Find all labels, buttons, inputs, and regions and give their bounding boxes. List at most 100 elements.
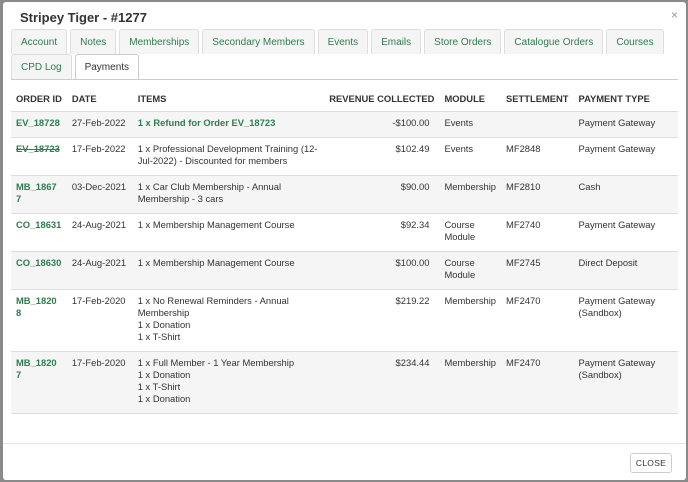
order-id-cell: MB_18208: [11, 289, 67, 352]
settlement-cell: MF2848: [501, 137, 574, 176]
module-cell: Course Module: [439, 251, 502, 290]
order-id-cell: CO_18631: [11, 213, 67, 252]
tab-catalogue-orders[interactable]: Catalogue Orders: [504, 29, 604, 54]
column-header: PAYMENT TYPE: [573, 87, 678, 112]
order-id-link[interactable]: CO_18630: [16, 257, 61, 268]
table-row: MB_18677 03-Dec-2021 1 x Car Club Membersh…: [11, 175, 678, 214]
items-cell: 1 x Full Member - 1 Year Membership 1 x D…: [132, 351, 325, 414]
table-body: EV_18728 27-Feb-2022 1 x Refund for Order …: [11, 111, 678, 414]
close-button[interactable]: CLOSE: [630, 453, 672, 473]
line-item: 1 x T-Shirt: [137, 381, 181, 392]
payment-type-cell: Payment Gateway: [573, 111, 678, 138]
items-cell: 1 x No Renewal Reminders - Annual Member…: [132, 289, 325, 352]
tab-courses[interactable]: Courses: [606, 29, 664, 54]
modal-title: Stripey Tiger - #1277: [20, 10, 147, 25]
refund-item-link[interactable]: 1 x Refund for Order EV_18723: [138, 117, 319, 129]
tab-payments[interactable]: Payments: [74, 54, 140, 80]
order-id-cell: MB_18207: [11, 351, 67, 414]
payment-type-cell: Payment Gateway (Sandbox): [573, 289, 678, 352]
order-id-cell: MB_18677: [11, 175, 67, 214]
module-cell: Membership: [439, 351, 502, 414]
payment-type-cell: Payment Gateway: [573, 213, 678, 252]
order-id-link[interactable]: MB_18677: [16, 181, 57, 204]
settlement-cell: MF2470: [501, 351, 574, 414]
tab-cpd-log[interactable]: CPD Log: [11, 54, 72, 79]
table-row: CO_18631 24-Aug-2021 1 x Membership Manage…: [11, 213, 678, 252]
revenue-cell: $234.44: [324, 351, 440, 414]
tab-memberships[interactable]: Memberships: [119, 29, 200, 54]
revenue-cell: $219.22: [324, 289, 440, 352]
payment-type-cell: Cash: [573, 175, 678, 214]
line-item: 1 x T-Shirt: [137, 331, 181, 342]
payments-table: ORDER ID DATE ITEMS REVENUE COLLECTED MODULE…: [11, 87, 678, 414]
revenue-cell: $102.49: [324, 137, 440, 176]
settlement-cell: MF2470: [501, 289, 574, 352]
tab-row-2: CPD Log Payments: [11, 54, 142, 80]
tab-divider: [11, 79, 678, 80]
footer-divider: [3, 443, 686, 444]
line-item: 1 x Membership Management Course: [137, 257, 295, 268]
items-cell: 1 x Professional Development Training (1…: [132, 137, 325, 176]
order-id-link[interactable]: MB_18207: [16, 357, 57, 380]
payment-type-cell: Payment Gateway: [573, 137, 678, 176]
column-header: DATE: [66, 87, 133, 112]
line-item: 1 x Car Club Membership - Annual Members…: [137, 181, 282, 204]
tab-emails[interactable]: Emails: [371, 29, 422, 54]
column-header: MODULE: [439, 87, 502, 112]
tab-secondary-members[interactable]: Secondary Members: [202, 29, 315, 54]
settlement-cell: MF2740: [501, 213, 574, 252]
items-cell: 1 x Refund for Order EV_18723: [132, 111, 325, 138]
table-row: EV_18728 27-Feb-2022 1 x Refund for Order …: [11, 111, 678, 138]
column-header: SETTLEMENT: [501, 87, 574, 112]
tab-notes[interactable]: Notes: [70, 29, 117, 54]
payment-type-cell: Payment Gateway (Sandbox): [573, 351, 678, 414]
items-cell: 1 x Membership Management Course: [132, 213, 325, 252]
revenue-cell: $100.00: [324, 251, 440, 290]
tab-row-1: Account Notes Memberships Secondary Members…: [11, 29, 667, 54]
column-header: ORDER ID: [11, 87, 67, 112]
line-item: 1 x Full Member - 1 Year Membership: [137, 357, 295, 368]
revenue-cell: $90.00: [324, 175, 440, 214]
line-item: 1 x Membership Management Course: [137, 219, 295, 230]
line-item: 1 x Donation: [137, 393, 191, 404]
settlement-cell: MF2745: [501, 251, 574, 290]
items-cell: 1 x Membership Management Course: [132, 251, 325, 290]
module-cell: Course Module: [439, 213, 502, 252]
order-id-cell: EV_18728: [11, 111, 67, 138]
payment-type-cell: Direct Deposit: [573, 251, 678, 290]
line-item: 1 x No Renewal Reminders - Annual Member…: [137, 295, 289, 318]
revenue-cell: -$100.00: [324, 111, 440, 138]
date-cell: 24-Aug-2021: [66, 213, 133, 252]
order-id-link[interactable]: EV_18723: [16, 143, 60, 154]
order-id-link[interactable]: CO_18631: [16, 219, 61, 230]
module-cell: Membership: [439, 175, 502, 214]
table-row: MB_18208 17-Feb-2020 1 x No Renewal Remind…: [11, 289, 678, 352]
date-cell: 27-Feb-2022: [66, 111, 133, 138]
module-cell: Events: [439, 137, 502, 176]
tab-store-orders[interactable]: Store Orders: [424, 29, 502, 54]
line-item: 1 x Donation: [137, 319, 191, 330]
order-id-cell: CO_18630: [11, 251, 67, 290]
settlement-cell: MF2810: [501, 175, 574, 214]
date-cell: 03-Dec-2021: [66, 175, 133, 214]
line-item: 1 x Professional Development Training (1…: [137, 143, 318, 166]
table-row: EV_18723 17-Feb-2022 1 x Professional Deve…: [11, 137, 678, 176]
module-cell: Membership: [439, 289, 502, 352]
date-cell: 24-Aug-2021: [66, 251, 133, 290]
close-icon[interactable]: ×: [671, 8, 678, 22]
line-item: 1 x Donation: [137, 369, 191, 380]
order-id-link[interactable]: EV_18728: [16, 117, 60, 128]
tab-events[interactable]: Events: [317, 29, 369, 54]
table-row: CO_18630 24-Aug-2021 1 x Membership Manage…: [11, 251, 678, 290]
settlement-cell: [501, 111, 574, 138]
date-cell: 17-Feb-2020: [66, 289, 133, 352]
column-header: ITEMS: [132, 87, 325, 112]
order-id-link[interactable]: MB_18208: [16, 295, 57, 318]
module-cell: Events: [439, 111, 502, 138]
table-row: MB_18207 17-Feb-2020 1 x Full Member - 1 Y…: [11, 351, 678, 414]
tab-account[interactable]: Account: [11, 29, 68, 54]
date-cell: 17-Feb-2020: [66, 351, 133, 414]
items-cell: 1 x Car Club Membership - Annual Members…: [132, 175, 325, 214]
table-header-row: ORDER ID DATE ITEMS REVENUE COLLECTED MODULE…: [11, 87, 678, 112]
member-modal: Stripey Tiger - #1277 × Account Notes Memb…: [3, 2, 686, 480]
